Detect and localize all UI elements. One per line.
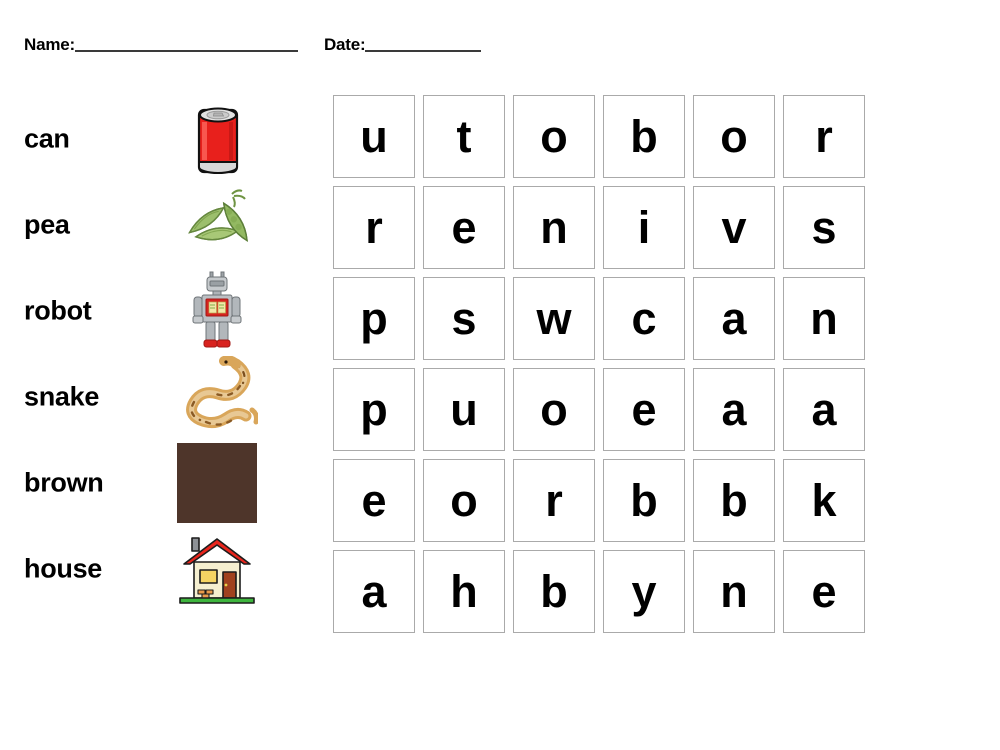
grid-cell[interactable]: o (513, 368, 595, 451)
snake-icon (176, 356, 258, 438)
grid-cell[interactable]: o (693, 95, 775, 178)
word-search-grid: utoborrenivspswcanpuoeaaeorbbkahbyne (333, 95, 865, 641)
grid-cell[interactable]: a (693, 277, 775, 360)
grid-cell[interactable]: b (513, 550, 595, 633)
grid-cell[interactable]: a (693, 368, 775, 451)
grid-cell[interactable]: u (423, 368, 505, 451)
word-label: pea (24, 209, 70, 240)
grid-cell[interactable]: e (423, 186, 505, 269)
word-clue-row: can (0, 96, 300, 182)
grid-cell[interactable]: r (513, 459, 595, 542)
grid-cell[interactable]: a (333, 550, 415, 633)
grid-cell[interactable]: s (423, 277, 505, 360)
grid-cell[interactable]: w (513, 277, 595, 360)
grid-cell[interactable]: b (603, 459, 685, 542)
grid-cell[interactable]: b (693, 459, 775, 542)
grid-cell[interactable]: h (423, 550, 505, 633)
grid-cell[interactable]: p (333, 277, 415, 360)
grid-cell[interactable]: e (333, 459, 415, 542)
worksheet-header: Name: Date: (24, 36, 482, 53)
soda-can-icon (176, 98, 258, 180)
date-field: Date: (324, 36, 482, 53)
grid-cell[interactable]: y (603, 550, 685, 633)
date-write-in-line[interactable] (365, 49, 482, 52)
grid-cell[interactable]: t (423, 95, 505, 178)
word-label: brown (24, 467, 104, 498)
name-field: Name: (24, 36, 298, 53)
grid-cell[interactable]: s (783, 186, 865, 269)
grid-cell[interactable]: r (333, 186, 415, 269)
grid-cell[interactable]: b (603, 95, 685, 178)
grid-cell[interactable]: o (423, 459, 505, 542)
grid-cell[interactable]: n (693, 550, 775, 633)
word-label: robot (24, 295, 92, 326)
name-write-in-line[interactable] (74, 49, 298, 52)
grid-cell[interactable]: n (783, 277, 865, 360)
grid-cell[interactable]: e (783, 550, 865, 633)
word-clue-row: house (0, 526, 300, 612)
grid-cell[interactable]: n (513, 186, 595, 269)
brown-color-swatch-icon (176, 442, 258, 524)
name-label: Name: (24, 35, 75, 54)
grid-cell[interactable]: a (783, 368, 865, 451)
word-clue-row: robot (0, 268, 300, 354)
grid-cell[interactable]: e (603, 368, 685, 451)
word-clue-row: snake (0, 354, 300, 440)
word-clue-list: can pea robot snake brown house (0, 96, 300, 612)
grid-cell[interactable]: k (783, 459, 865, 542)
grid-cell[interactable]: i (603, 186, 685, 269)
word-label: house (24, 553, 103, 584)
house-icon (176, 528, 258, 610)
toy-robot-icon (176, 270, 258, 352)
word-label: can (24, 123, 70, 154)
date-label: Date: (323, 35, 366, 54)
grid-cell[interactable]: c (603, 277, 685, 360)
word-label: snake (24, 381, 100, 412)
pea-pods-icon (176, 184, 258, 266)
grid-cell[interactable]: o (513, 95, 595, 178)
grid-cell[interactable]: p (333, 368, 415, 451)
word-clue-row: pea (0, 182, 300, 268)
word-clue-row: brown (0, 440, 300, 526)
grid-cell[interactable]: u (333, 95, 415, 178)
grid-cell[interactable]: r (783, 95, 865, 178)
grid-cell[interactable]: v (693, 186, 775, 269)
